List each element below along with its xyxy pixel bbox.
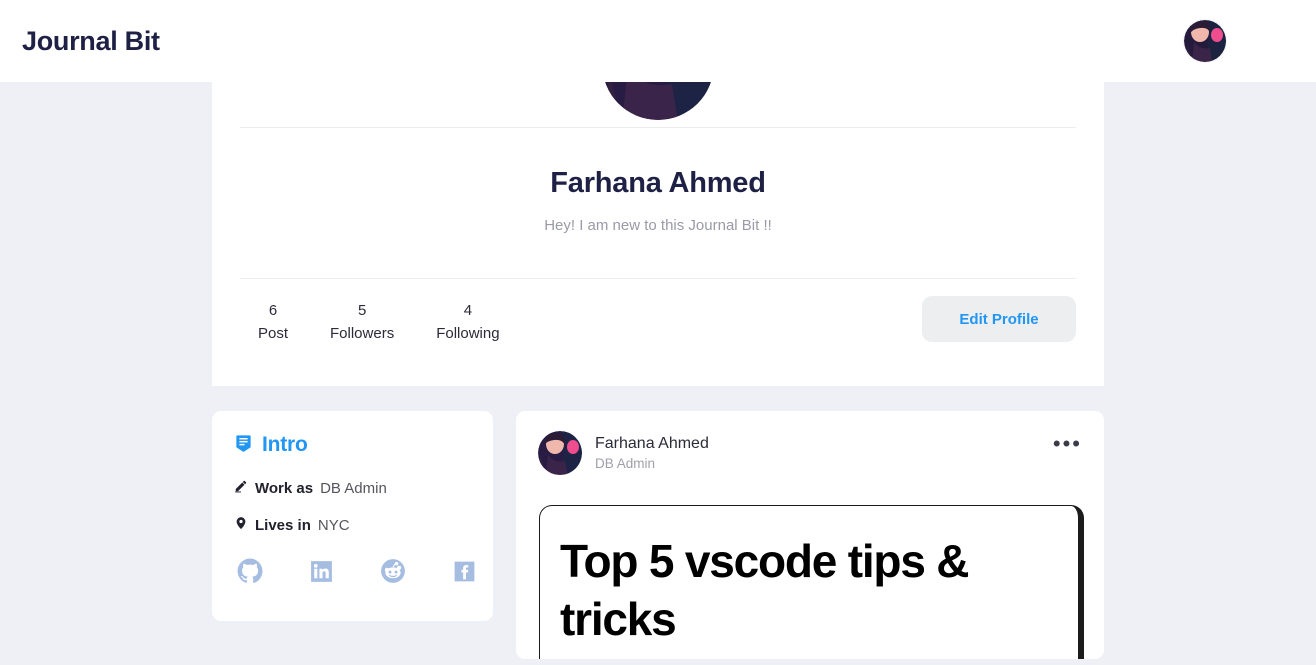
pencil-icon — [234, 479, 248, 497]
intro-row-work: Work as DB Admin — [234, 479, 471, 497]
stat-following-value: 4 — [463, 302, 473, 319]
stat-followers[interactable]: 5 Followers — [330, 300, 394, 346]
profile-stats-row: 6 Post 5 Followers 4 Following Edit Prof… — [240, 294, 1076, 356]
stat-post-label: Post — [258, 325, 289, 342]
more-options-icon[interactable]: ••• — [1053, 431, 1082, 455]
intro-title: Intro — [262, 433, 308, 456]
intro-header: Intro — [234, 433, 471, 457]
location-pin-icon — [234, 516, 248, 534]
article-feed-icon — [234, 433, 253, 457]
stat-post-value: 6 — [268, 302, 278, 319]
stat-followers-value: 5 — [357, 302, 367, 319]
post-card: Farhana Ahmed DB Admin ••• Top 5 vscode … — [516, 411, 1104, 659]
stat-followers-label: Followers — [330, 325, 395, 342]
post-header: Farhana Ahmed DB Admin ••• — [538, 431, 1082, 475]
facebook-icon[interactable] — [452, 559, 477, 589]
profile-bio: Hey! I am new to this Journal Bit !! — [544, 217, 772, 234]
profile-divider-top — [240, 127, 1076, 128]
linkedin-icon[interactable] — [309, 559, 334, 589]
reddit-icon[interactable] — [380, 558, 406, 589]
github-icon[interactable] — [237, 558, 263, 589]
app-header: Journal Bit — [0, 0, 1316, 82]
intro-work-label: Work as — [255, 479, 314, 497]
profile-card: Farhana Ahmed Hey! I am new to this Jour… — [212, 8, 1104, 386]
intro-location-value: NYC — [317, 516, 350, 534]
post-author-avatar[interactable] — [538, 431, 582, 475]
intro-card: Intro Work as DB Admin Lives in NYC — [212, 411, 493, 621]
profile-divider-mid — [240, 278, 1076, 279]
content-column: Farhana Ahmed Hey! I am new to this Jour… — [212, 8, 1104, 659]
post-media-title: Top 5 vscode tips & tricks — [560, 535, 970, 645]
intro-row-location: Lives in NYC — [234, 516, 471, 534]
intro-work-value: DB Admin — [320, 479, 387, 497]
post-author-block: Farhana Ahmed DB Admin — [595, 433, 709, 474]
intro-location-label: Lives in — [255, 516, 311, 534]
app-brand-title: Journal Bit — [22, 25, 160, 56]
user-avatar-photo — [1184, 20, 1226, 62]
social-links-row — [234, 558, 475, 589]
post-author-role: DB Admin — [595, 455, 656, 471]
edit-profile-button[interactable]: Edit Profile — [922, 296, 1076, 342]
profile-stats-group: 6 Post 5 Followers 4 Following — [240, 294, 500, 346]
header-user-avatar[interactable] — [1184, 20, 1226, 62]
post-media-image[interactable]: Top 5 vscode tips & tricks — [539, 505, 1084, 659]
stat-following-label: Following — [436, 325, 500, 342]
stat-post[interactable]: 6 Post — [258, 300, 288, 346]
post-author-name: Farhana Ahmed — [595, 434, 709, 452]
page-body: Farhana Ahmed Hey! I am new to this Jour… — [0, 8, 1316, 665]
lower-section: Intro Work as DB Admin Lives in NYC Farh… — [212, 386, 1104, 659]
stat-following[interactable]: 4 Following — [436, 300, 499, 346]
post-author-avatar-photo — [538, 431, 582, 475]
